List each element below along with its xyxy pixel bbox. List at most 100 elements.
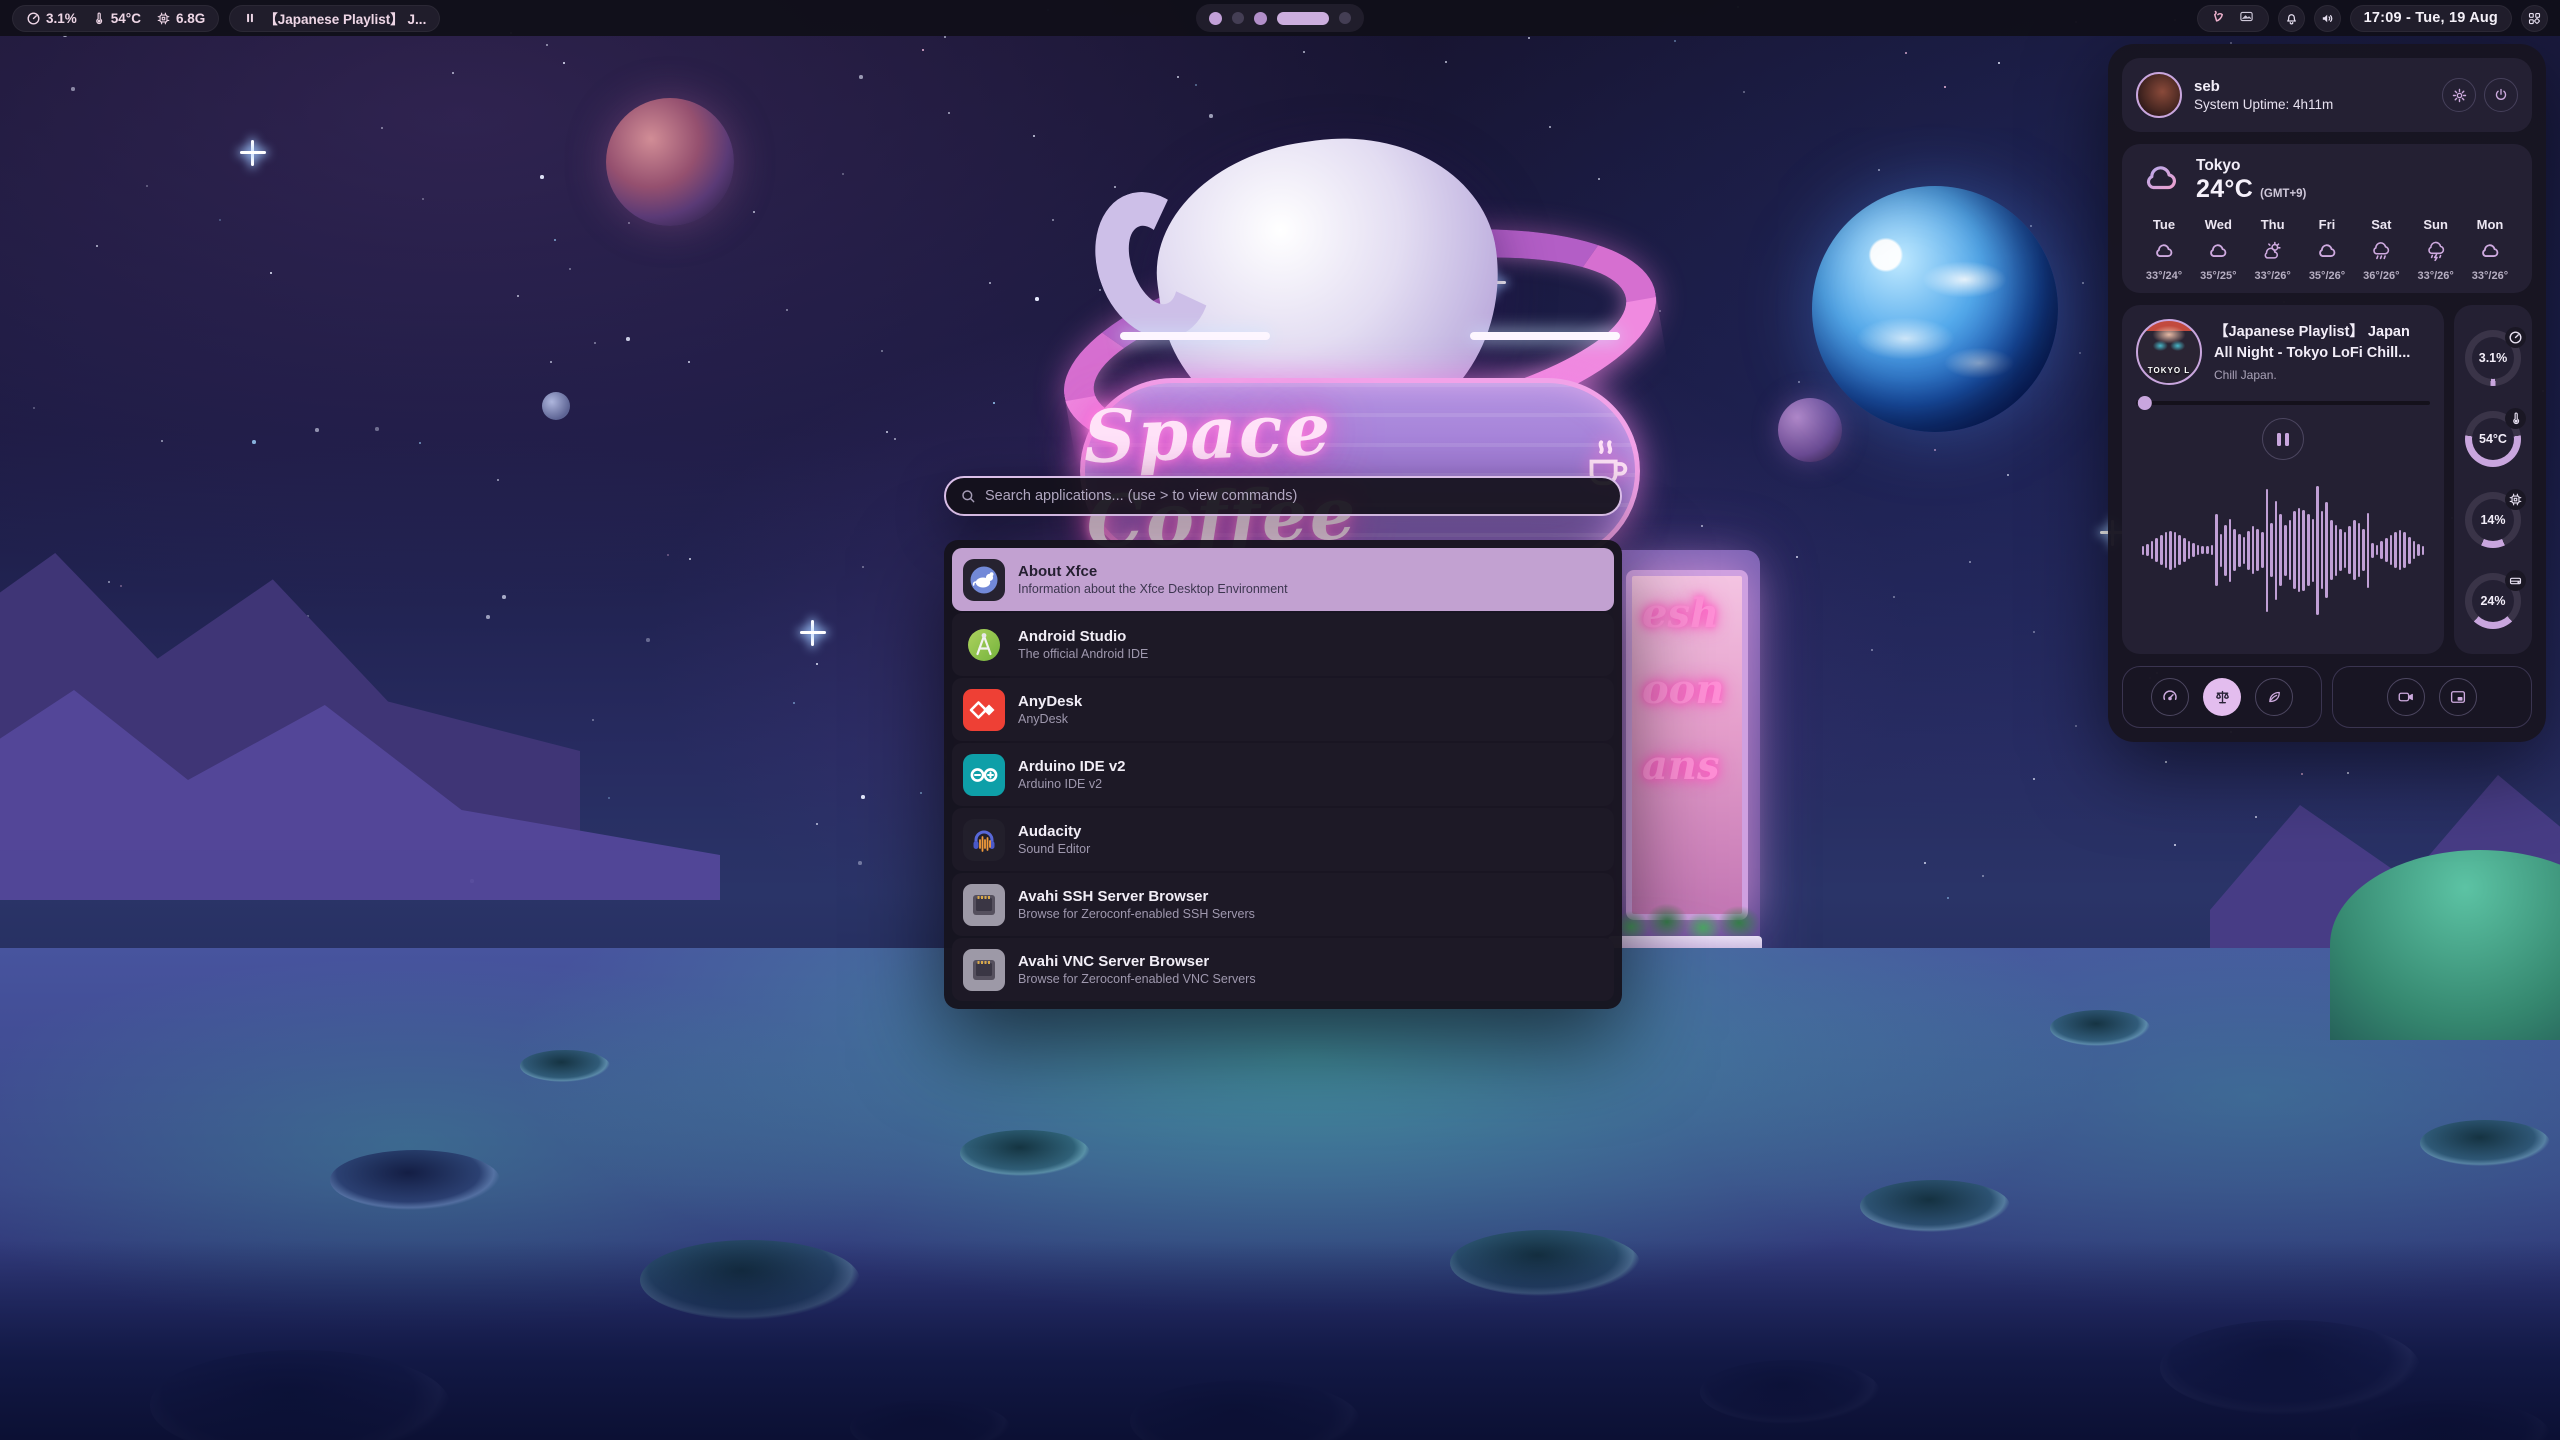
bell-button[interactable] xyxy=(2278,5,2305,32)
weather-cloud-icon xyxy=(2138,159,2184,197)
tray-image[interactable] xyxy=(2238,9,2255,27)
clock-pill[interactable]: 17:09 - Tue, 19 Aug xyxy=(2350,5,2512,32)
power-button[interactable] xyxy=(2484,78,2518,112)
waveform-bar xyxy=(2325,502,2328,598)
forecast-day-name: Tue xyxy=(2153,217,2175,232)
forecast-day: Sat36°/26° xyxy=(2355,217,2407,282)
launcher-item[interactable]: AudacitySound Editor xyxy=(952,808,1614,871)
forecast-day: Fri35°/26° xyxy=(2301,217,2353,282)
waveform-bar xyxy=(2289,520,2292,580)
seek-bar[interactable] xyxy=(2136,401,2430,405)
power-profile-group xyxy=(2122,666,2322,728)
launcher-item[interactable]: Avahi VNC Server BrowserBrowse for Zeroc… xyxy=(952,938,1614,1001)
leaf-button[interactable] xyxy=(2255,678,2293,716)
waveform-bar xyxy=(2252,526,2255,574)
forecast-day: Sun33°/26° xyxy=(2410,217,2462,282)
star xyxy=(1969,561,1971,563)
gear-button[interactable] xyxy=(2442,78,2476,112)
star xyxy=(540,175,544,179)
gauge-chip: 14% xyxy=(2465,492,2521,548)
seek-handle[interactable] xyxy=(2138,396,2152,410)
screenshot-button[interactable] xyxy=(2439,678,2477,716)
star xyxy=(1528,37,1530,39)
now-playing-label: 【Japanese Playlist】 J... xyxy=(264,8,426,28)
star xyxy=(71,87,75,91)
star xyxy=(315,428,319,432)
app-title: About Xfce xyxy=(1018,563,1288,580)
music-player-card: TOKYO L 【Japanese Playlist】 Japan All Ni… xyxy=(2122,305,2444,654)
chip-icon xyxy=(156,11,171,26)
star xyxy=(252,440,256,444)
star xyxy=(2165,761,2167,763)
gauge-gauge: 3.1% xyxy=(2465,330,2521,386)
forecast-day-name: Sun xyxy=(2423,217,2448,232)
workspace-dot-2[interactable] xyxy=(1232,12,1244,24)
launcher-item-texts: Avahi VNC Server BrowserBrowse for Zeroc… xyxy=(1018,953,1256,986)
waveform-bar xyxy=(2353,520,2356,580)
launcher-item[interactable]: AnyDeskAnyDesk xyxy=(952,678,1614,741)
star xyxy=(689,558,691,560)
star xyxy=(2030,225,2032,227)
waveform-bar xyxy=(2155,538,2158,562)
app-launcher-search xyxy=(944,476,1622,516)
avatar xyxy=(2136,72,2182,118)
launcher-item[interactable]: Arduino IDE v2Arduino IDE v2 xyxy=(952,743,1614,806)
gauge-thermometer: 54°C xyxy=(2465,411,2521,467)
launcher-item[interactable]: Avahi SSH Server BrowserBrowse for Zeroc… xyxy=(952,873,1614,936)
star xyxy=(608,797,610,799)
star xyxy=(486,615,490,619)
album-art-label: TOKYO L xyxy=(2138,366,2200,375)
star xyxy=(120,585,122,587)
leaf-icon xyxy=(2265,688,2283,706)
waveform-bar xyxy=(2279,514,2282,586)
workspace-switcher xyxy=(1196,4,1364,32)
workspace-dot-3[interactable] xyxy=(1254,12,1267,25)
app-subtitle: Information about the Xfce Desktop Envir… xyxy=(1018,582,1288,596)
neon-sign: Space Coffee xyxy=(1080,378,1640,564)
waveform-bar xyxy=(2270,523,2273,577)
gauge-disk: 24% xyxy=(2465,573,2521,629)
tray-tray-app[interactable] xyxy=(2211,9,2226,27)
stat-chip: 6.8G xyxy=(156,11,205,26)
forecast-day-name: Fri xyxy=(2319,217,2336,232)
star xyxy=(688,361,690,363)
launcher-item[interactable]: Android StudioThe official Android IDE xyxy=(952,613,1614,676)
top-bar-right: 17:09 - Tue, 19 Aug xyxy=(2197,5,2548,32)
waveform-bar xyxy=(2312,519,2315,582)
waveform-bar xyxy=(2201,546,2204,554)
stat-value: 6.8G xyxy=(176,11,205,26)
star xyxy=(592,719,594,721)
star xyxy=(2174,844,2176,846)
launcher-item[interactable]: About Xfce Information about the Xfce Des… xyxy=(952,548,1614,611)
disk-icon xyxy=(2508,573,2523,588)
now-playing-pill[interactable]: 【Japanese Playlist】 J... xyxy=(229,5,440,32)
star xyxy=(816,663,818,665)
star xyxy=(667,554,669,556)
star xyxy=(1944,86,1946,88)
star xyxy=(2075,725,2077,727)
scales-button[interactable] xyxy=(2203,678,2241,716)
star xyxy=(753,211,755,213)
workspace-dot-4[interactable] xyxy=(1277,12,1329,25)
speedometer-button[interactable] xyxy=(2151,678,2189,716)
speaker-button[interactable] xyxy=(2314,5,2341,32)
pause-button[interactable] xyxy=(2262,418,2304,460)
power-icon xyxy=(2493,87,2509,103)
waveform-bar xyxy=(2174,532,2177,568)
stat-thermometer: 54°C xyxy=(92,11,141,26)
scales-icon xyxy=(2213,688,2232,707)
crater xyxy=(960,1130,1090,1176)
workspace-dot-5[interactable] xyxy=(1339,12,1351,24)
weather-card: Tokyo 24°C (GMT+9) Tue33°/24°Wed35°/25°T… xyxy=(2122,144,2532,293)
video-camera-button[interactable] xyxy=(2387,678,2425,716)
star xyxy=(1871,649,1873,651)
waveform-bar xyxy=(2403,532,2406,568)
workspace-dot-1[interactable] xyxy=(1209,12,1222,25)
star xyxy=(1893,596,1895,598)
star xyxy=(497,479,499,481)
crater xyxy=(1860,1180,2010,1232)
waveform-bar xyxy=(2261,532,2264,568)
search-input[interactable] xyxy=(985,488,1606,504)
thermometer-icon xyxy=(92,11,106,26)
app-grid-button[interactable] xyxy=(2521,5,2548,32)
